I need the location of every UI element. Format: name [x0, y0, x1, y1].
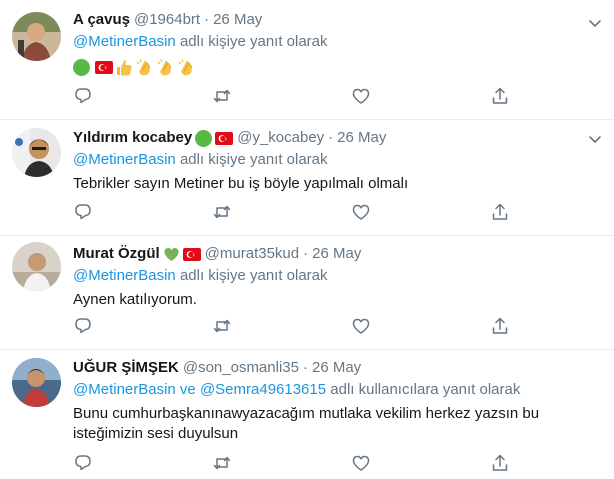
- tweet-emoji-text: [73, 56, 602, 78]
- turkey-flag-icon: [182, 247, 201, 261]
- tweet-date[interactable]: 26 May: [312, 244, 361, 264]
- handle[interactable]: @son_osmanli35: [183, 358, 299, 378]
- reply-mention-link[interactable]: @MetinerBasin: [73, 33, 176, 50]
- reply-suffix: adlı kişiye yanıt olarak: [175, 33, 328, 50]
- avatar[interactable]: [12, 242, 61, 291]
- tweet-actions: [73, 202, 602, 222]
- tweet-header: UĞUR ŞİMŞEK @son_osmanli35 · 26 May: [73, 358, 602, 378]
- turkey-flag-icon: [95, 60, 113, 74]
- handle[interactable]: @y_kocabey: [237, 128, 324, 148]
- retweet-icon[interactable]: [212, 86, 232, 106]
- reply-mention-link[interactable]: @MetinerBasin: [73, 267, 176, 284]
- reply-suffix: adlı kişiye yanıt olarak: [175, 151, 328, 168]
- tweet-actions: [73, 316, 602, 336]
- turkey-flag-icon: [215, 131, 234, 145]
- green-heart-icon: [163, 246, 180, 263]
- reply-context: @MetinerBasin ve @Semra49613615 adlı kul…: [73, 380, 602, 400]
- reply-suffix: adlı kullanıcılara yanıt olarak: [326, 381, 521, 398]
- retweet-icon[interactable]: [212, 202, 232, 222]
- like-icon[interactable]: [351, 202, 371, 222]
- reply-suffix: adlı kişiye yanıt olarak: [175, 267, 328, 284]
- avatar[interactable]: [12, 12, 61, 61]
- handle[interactable]: @murat35kud: [205, 244, 299, 264]
- chevron-down-icon[interactable]: [586, 130, 604, 148]
- reply-icon[interactable]: [73, 316, 93, 336]
- tweet-text: Bunu cumhurbaşkanınawyazacağım mutlaka v…: [73, 405, 540, 442]
- like-icon[interactable]: [351, 316, 371, 336]
- tweet-date[interactable]: 26 May: [213, 10, 262, 30]
- tweet[interactable]: Murat Özgül @murat35kud · 26 May @Metine…: [0, 236, 614, 350]
- reply-context: @MetinerBasin adlı kişiye yanıt olarak: [73, 150, 602, 170]
- tweet[interactable]: UĞUR ŞİMŞEK @son_osmanli35 · 26 May @Met…: [0, 350, 614, 479]
- retweet-icon[interactable]: [212, 453, 232, 473]
- separator: ·: [328, 129, 334, 146]
- like-icon[interactable]: [351, 86, 371, 106]
- reply-feed: A çavuş @1964brt · 26 May @MetinerBasin …: [0, 0, 614, 479]
- chevron-down-icon[interactable]: [586, 14, 604, 32]
- clapping-hands-icon: [135, 58, 154, 77]
- like-icon[interactable]: [351, 453, 371, 473]
- handle[interactable]: @1964brt: [134, 10, 200, 30]
- separator: ·: [302, 359, 308, 376]
- clapping-hands-icon: [177, 58, 196, 77]
- separator: ·: [204, 11, 210, 28]
- reply-context: @MetinerBasin adlı kişiye yanıt olarak: [73, 266, 602, 286]
- avatar[interactable]: [12, 128, 61, 177]
- thumbs-up-icon: [115, 58, 133, 77]
- green-circle-icon: [73, 58, 90, 76]
- avatar[interactable]: [12, 358, 61, 407]
- separator: ·: [303, 245, 309, 262]
- share-icon[interactable]: [490, 86, 510, 106]
- reply-context: @MetinerBasin adlı kişiye yanıt olarak: [73, 32, 602, 52]
- share-icon[interactable]: [490, 316, 510, 336]
- tweet[interactable]: Yıldırım kocabey @y_kocabey · 26 May @Me…: [0, 120, 614, 236]
- tweet-text: Tebrikler sayın Metiner bu iş böyle yapı…: [73, 175, 409, 192]
- share-icon[interactable]: [490, 202, 510, 222]
- reply-mention-link[interactable]: @MetinerBasin: [73, 151, 176, 168]
- tweet-header: Yıldırım kocabey @y_kocabey · 26 May: [73, 128, 602, 148]
- tweet-date[interactable]: 26 May: [337, 128, 386, 148]
- green-circle-icon: [195, 129, 213, 147]
- display-name[interactable]: Yıldırım kocabey: [73, 128, 192, 148]
- tweet[interactable]: A çavuş @1964brt · 26 May @MetinerBasin …: [0, 0, 614, 120]
- share-icon[interactable]: [490, 453, 510, 473]
- reply-icon[interactable]: [73, 86, 93, 106]
- tweet-text: Aynen katılıyorum.: [73, 291, 197, 308]
- display-name[interactable]: UĞUR ŞİMŞEK: [73, 358, 179, 378]
- tweet-header: A çavuş @1964brt · 26 May: [73, 10, 602, 30]
- display-name[interactable]: Murat Özgül: [73, 244, 160, 264]
- tweet-header: Murat Özgül @murat35kud · 26 May: [73, 244, 602, 264]
- reply-mention-link[interactable]: @MetinerBasin ve @Semra49613615: [73, 381, 326, 398]
- tweet-date[interactable]: 26 May: [312, 358, 361, 378]
- clapping-hands-icon: [156, 58, 175, 77]
- display-name[interactable]: A çavuş: [73, 10, 130, 30]
- tweet-actions: [73, 86, 602, 106]
- retweet-icon[interactable]: [212, 316, 232, 336]
- reply-icon[interactable]: [73, 453, 93, 473]
- tweet-actions: [73, 453, 602, 473]
- reply-icon[interactable]: [73, 202, 93, 222]
